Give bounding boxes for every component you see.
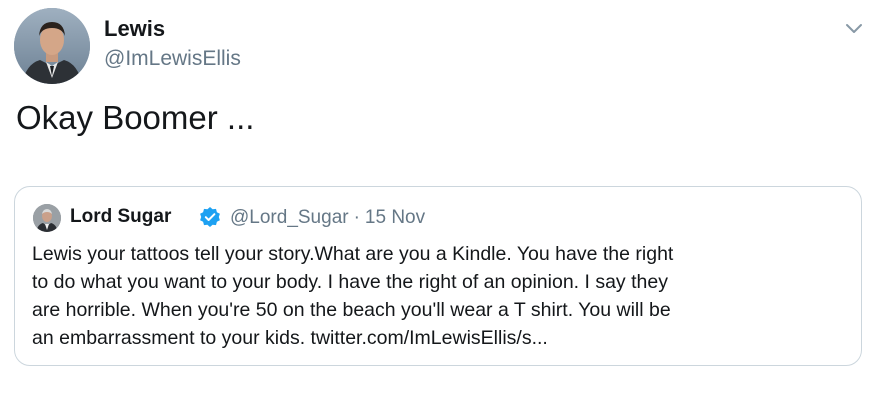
verified-badge-icon bbox=[199, 206, 221, 228]
quoted-tweet-text: Lewis your tattoos tell your story.What … bbox=[32, 240, 673, 352]
tweet-text: Okay Boomer ... bbox=[16, 99, 255, 136]
quoted-text-line: Lewis your tattoos tell your story.What … bbox=[32, 243, 674, 265]
author-handle[interactable]: @ImLewisEllis bbox=[104, 46, 241, 72]
quoted-author-name[interactable]: Lord Sugar bbox=[70, 205, 171, 229]
quoted-tweet-meta: @Lord_Sugar · 15 Nov bbox=[230, 206, 425, 230]
chevron-down-icon[interactable] bbox=[842, 18, 866, 38]
author-name[interactable]: Lewis bbox=[104, 16, 165, 42]
quoted-author-handle[interactable]: @Lord_Sugar bbox=[230, 207, 349, 228]
meta-separator: · bbox=[353, 207, 360, 228]
author-avatar[interactable] bbox=[14, 8, 90, 84]
quoted-text-line: are horrible. When you're 50 on the beac… bbox=[32, 299, 671, 321]
quoted-author-avatar[interactable] bbox=[33, 204, 61, 232]
quoted-text-line: an embarrassment to your kids. twitter.c… bbox=[32, 327, 548, 349]
quoted-text-line: to do what you want to your body. I have… bbox=[32, 271, 668, 293]
quoted-tweet-card[interactable]: Lord Sugar @Lord_Sugar · 15 Nov Lewis your… bbox=[14, 186, 862, 366]
quoted-tweet-date[interactable]: 15 Nov bbox=[365, 207, 425, 228]
